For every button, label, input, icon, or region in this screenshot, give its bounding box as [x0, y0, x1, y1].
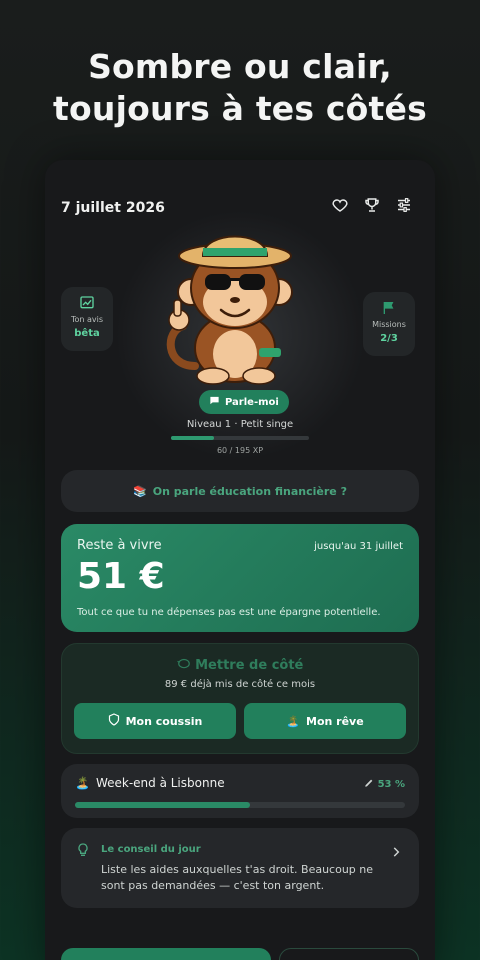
xp-progress-fill [171, 436, 214, 440]
island-icon: 🏝️ [75, 776, 90, 790]
monkey-mascot[interactable] [155, 226, 305, 386]
shield-icon [108, 713, 120, 729]
savings-card: Mettre de côté 89 € déjà mis de côté ce … [61, 643, 419, 754]
tip-text: Liste les aides auxquelles t'as droit. B… [101, 863, 374, 892]
feedback-label: Ton avis [70, 315, 104, 324]
missions-value: 2/3 [380, 333, 398, 344]
xp-progress-bar [171, 436, 309, 440]
feedback-value: bêta [74, 328, 100, 339]
chevron-right-icon[interactable] [389, 844, 403, 858]
goal-percent: 53 % [377, 779, 405, 790]
chat-icon [209, 395, 220, 409]
missions-chip[interactable]: Missions 2/3 [363, 292, 415, 356]
cushion-button-label: Mon coussin [125, 714, 203, 728]
daily-tip-card[interactable]: Le conseil du jour Liste les aides auxqu… [61, 828, 419, 908]
headline-line-1: Sombre ou clair, [88, 47, 392, 86]
goal-progress-fill [75, 802, 250, 808]
education-prompt[interactable]: 📚 On parle éducation financière ? [61, 470, 419, 512]
sliders-icon[interactable] [395, 196, 413, 214]
talk-button-label: Parle-moi [225, 396, 279, 408]
date-label: 7 juillet 2026 [61, 200, 165, 216]
headline: Sombre ou clair, toujours à tes côtés [0, 46, 480, 130]
education-label: On parle éducation financière ? [152, 484, 347, 498]
budget-amount: 51 € [77, 556, 165, 597]
trophy-icon[interactable] [363, 196, 381, 214]
pencil-icon[interactable] [364, 778, 374, 791]
island-icon: 🏝️ [286, 714, 300, 728]
lightbulb-icon [75, 842, 91, 858]
level-title: Niveau 1 · Petit singe [186, 419, 294, 430]
savings-subtitle: 89 € déjà mis de côté ce mois [164, 679, 316, 690]
piggy-bank-icon [176, 658, 196, 673]
xp-text: 60 / 195 XP [216, 446, 264, 455]
cushion-button[interactable]: Mon coussin [74, 703, 236, 739]
savings-header: Mettre de côté [62, 657, 418, 673]
goal-card[interactable]: 🏝️ Week-end à Lisbonne 53 % [61, 764, 419, 818]
chart-icon [79, 295, 95, 311]
secondary-action-button[interactable] [279, 948, 419, 960]
app-screen: 7 juillet 2026 Ton avis bêta Missions 2/… [45, 160, 435, 960]
dream-button-label: Mon rêve [306, 714, 364, 728]
flag-icon [381, 300, 397, 316]
books-icon: 📚 [133, 484, 147, 498]
top-bar: 7 juillet 2026 [61, 196, 419, 220]
headline-line-2: toujours à tes côtés [53, 89, 427, 128]
goal-progress-bar [75, 802, 405, 808]
tip-title: Le conseil du jour [101, 844, 201, 855]
missions-label: Missions [372, 320, 406, 329]
budget-note: Tout ce que tu ne dépenses pas est une é… [77, 607, 381, 618]
primary-action-button[interactable] [61, 948, 271, 960]
goal-name: Week-end à Lisbonne [95, 776, 225, 790]
dream-button[interactable]: 🏝️ Mon rêve [244, 703, 406, 739]
savings-title: Mettre de côté [195, 658, 304, 673]
feedback-chip[interactable]: Ton avis bêta [61, 287, 113, 351]
talk-button[interactable]: Parle-moi [199, 390, 289, 414]
budget-card[interactable]: Reste à vivre jusqu'au 31 juillet 51 € T… [61, 524, 419, 632]
budget-until: jusqu'au 31 juillet [314, 541, 403, 552]
heart-icon[interactable] [331, 196, 349, 214]
